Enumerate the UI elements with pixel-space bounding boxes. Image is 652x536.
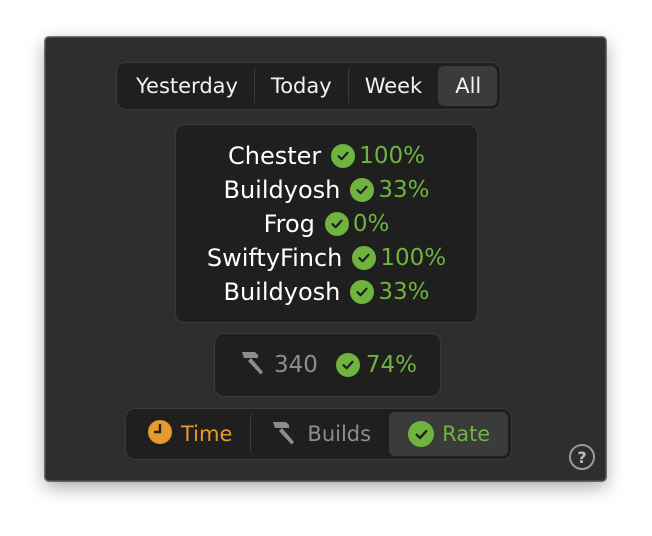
check-circle-icon: [335, 353, 360, 377]
check-circle-icon: [408, 421, 435, 447]
tab-builds[interactable]: Builds: [250, 412, 389, 456]
hammer-icon: [238, 349, 268, 381]
tab-yesterday[interactable]: Yesterday: [120, 66, 254, 106]
project-name: Chester: [227, 141, 322, 170]
project-rate: 100%: [359, 142, 426, 169]
project-rate: 33%: [378, 278, 430, 305]
check-circle-icon: [331, 143, 356, 168]
period-segmented-control: Yesterday Today Week All: [116, 62, 502, 110]
tab-rate[interactable]: Rate: [389, 412, 509, 456]
list-item: Frog 0%: [264, 207, 390, 241]
project-list: Chester 100% Buildyosh 33% Frog 0% Swift…: [175, 124, 478, 323]
list-item: SwiftyFinch 100%: [207, 241, 446, 275]
tab-time[interactable]: Time: [129, 412, 250, 456]
project-name: Buildyosh: [223, 175, 341, 204]
check-circle-icon: [324, 211, 349, 236]
metric-segmented-control: Time Builds Rate: [125, 408, 513, 460]
tab-all[interactable]: All: [438, 66, 498, 106]
tab-builds-label: Builds: [307, 422, 372, 446]
list-item: Chester 100%: [228, 139, 425, 173]
project-name: Buildyosh: [223, 277, 341, 306]
help-button[interactable]: ?: [569, 444, 595, 470]
list-item: Buildyosh 33%: [224, 275, 430, 309]
build-summary: 340 74%: [214, 333, 441, 397]
check-circle-icon: [352, 245, 377, 270]
project-rate: 33%: [378, 176, 430, 203]
tab-rate-label: Rate: [442, 422, 491, 446]
total-rate: 74%: [365, 352, 418, 378]
hammer-icon: [269, 419, 299, 450]
check-circle-icon: [350, 177, 375, 202]
clock-icon: [147, 419, 173, 450]
project-name: SwiftyFinch: [206, 243, 343, 272]
project-rate: 100%: [380, 244, 447, 271]
tab-week[interactable]: Week: [347, 66, 439, 106]
tab-time-label: Time: [181, 422, 233, 446]
project-name: Frog: [263, 209, 315, 238]
popover-panel: Yesterday Today Week All Chester 100% Bu…: [45, 37, 606, 481]
list-item: Buildyosh 33%: [224, 173, 430, 207]
project-rate: 0%: [352, 210, 390, 237]
check-circle-icon: [350, 279, 375, 304]
tab-today[interactable]: Today: [253, 66, 348, 106]
total-builds: 340: [273, 352, 318, 378]
